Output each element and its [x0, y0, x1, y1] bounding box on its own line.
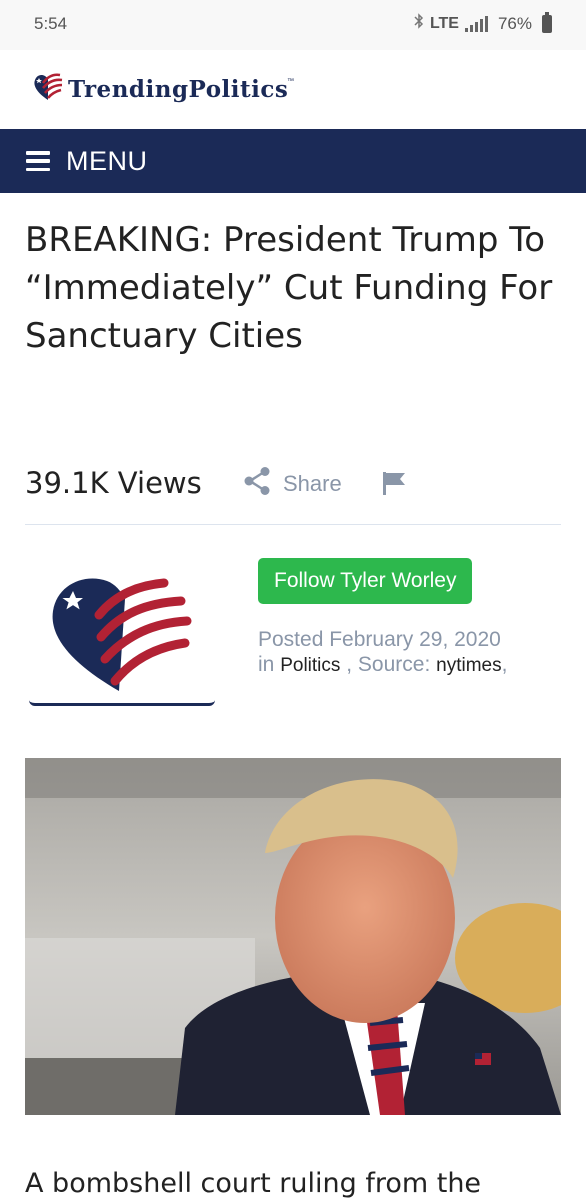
signal-icon: [464, 15, 488, 32]
posted-date: February 29, 2020: [329, 628, 501, 651]
heart-flag-logo-icon[interactable]: [32, 72, 64, 102]
hamburger-icon: [26, 151, 50, 171]
author-avatar[interactable]: [29, 553, 215, 706]
follow-author-button[interactable]: Follow Tyler Worley: [258, 558, 473, 604]
battery-icon: [542, 11, 552, 33]
article-body: A bombshell court ruling from the: [25, 1168, 482, 1199]
share-button[interactable]: Share: [243, 466, 342, 501]
view-count: 39.1K Views: [25, 466, 202, 500]
menu-button[interactable]: MENU: [0, 129, 586, 193]
category-link[interactable]: Politics: [280, 655, 340, 676]
source-link[interactable]: nytimes: [436, 655, 501, 676]
article-hero-image: [25, 758, 561, 1115]
posted-prefix: Posted: [258, 628, 324, 651]
flag-icon[interactable]: [381, 471, 407, 500]
post-info: Posted February 29, 2020 in Politics , S…: [258, 627, 507, 678]
source-trailing: ,: [501, 653, 508, 676]
trademark-mark: ™: [287, 78, 294, 85]
share-label: Share: [283, 470, 342, 496]
author-section: Follow Tyler Worley Posted February 29, …: [25, 545, 561, 715]
article-headline: BREAKING: President Trump To “Immediatel…: [25, 220, 553, 356]
menu-label: MENU: [66, 145, 148, 176]
status-bar: 5:54 LTE 76%: [0, 0, 586, 50]
site-header: TrendingPolitics ™: [0, 50, 586, 129]
source-label: , Source:: [346, 653, 431, 676]
share-icon: [243, 466, 271, 501]
battery-percent: 76%: [497, 13, 532, 33]
article-meta: 39.1K Views Share: [25, 463, 561, 525]
in-label: in: [258, 653, 275, 676]
bluetooth-icon: [414, 13, 424, 34]
site-name[interactable]: TrendingPolitics: [68, 76, 288, 103]
network-type: LTE: [429, 14, 459, 32]
status-time: 5:54: [34, 14, 68, 33]
status-indicators: LTE 76%: [414, 11, 552, 34]
